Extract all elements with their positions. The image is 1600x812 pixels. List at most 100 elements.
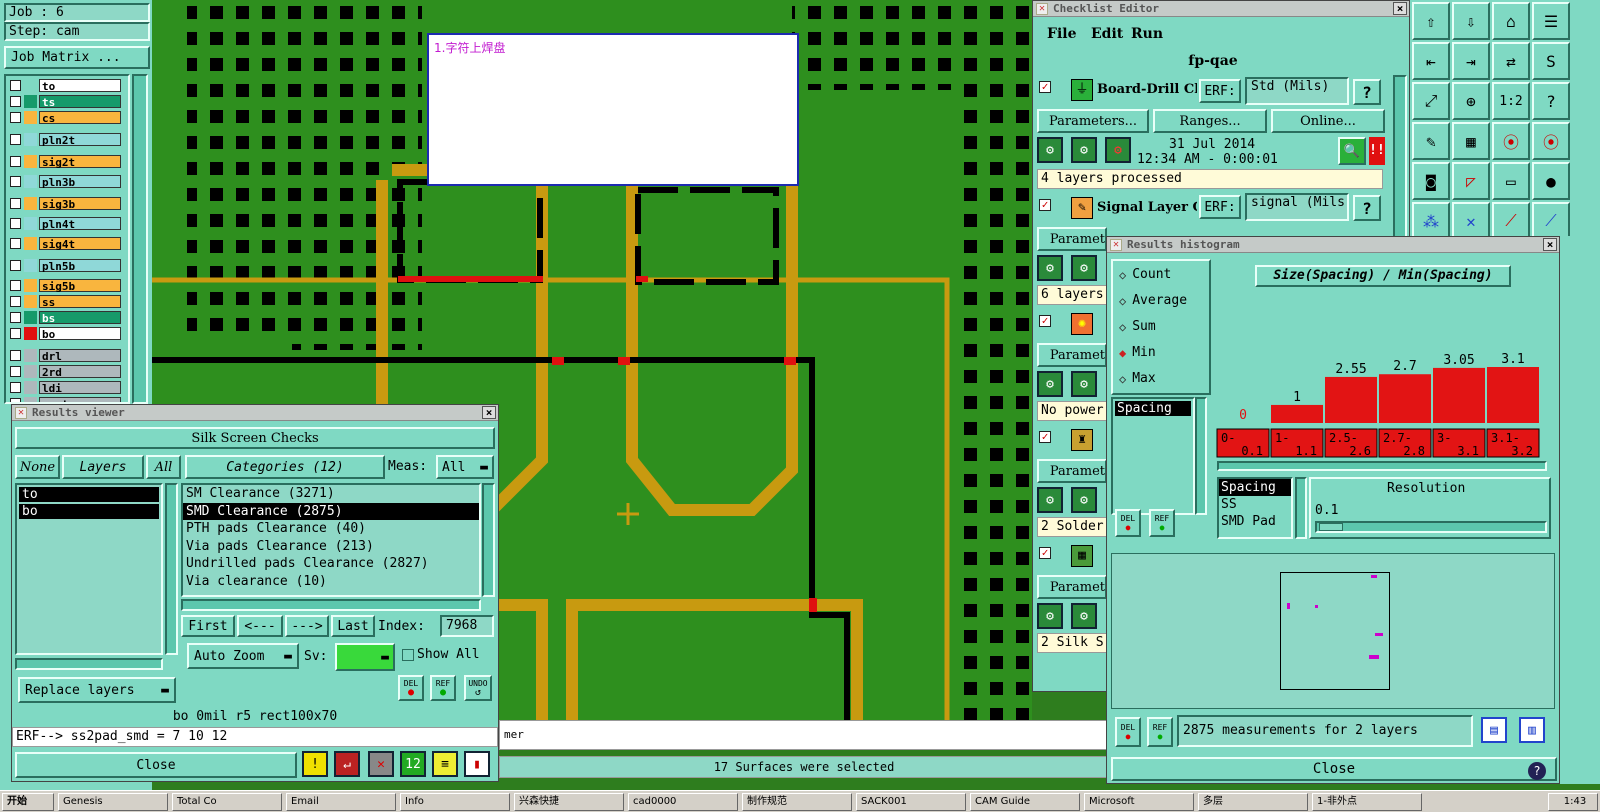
ref-button[interactable]: REF ● [430, 675, 456, 701]
layer-checkbox[interactable] [10, 312, 21, 323]
type-item[interactable]: Spacing [1219, 479, 1291, 496]
erf-value[interactable]: signal (Mils) [1245, 193, 1349, 221]
histogram-bar[interactable] [1433, 367, 1485, 423]
taskbar-item[interactable]: CAM Guide [970, 793, 1080, 811]
layer-checkbox[interactable] [10, 382, 21, 393]
measure-icon[interactable]: ✎ [1412, 122, 1450, 160]
layer-row-pln4t[interactable]: pln4t [10, 216, 126, 231]
last-button[interactable]: Last [331, 615, 375, 637]
type-list[interactable]: Spacing SS SMD Pad [1217, 477, 1293, 539]
close-button[interactable]: Close [15, 752, 297, 778]
route-icon[interactable]: S [1532, 42, 1570, 80]
layer-checkbox[interactable] [10, 280, 21, 291]
layer-checkbox[interactable] [10, 134, 21, 145]
fit-icon[interactable]: ⤢ [1412, 82, 1450, 120]
show-all-checkbox[interactable] [402, 649, 414, 661]
taskbar-item[interactable]: SACK001 [856, 793, 966, 811]
sv-color-dropdown[interactable]: ▬ [335, 643, 395, 671]
prev-button[interactable]: <--- [237, 615, 283, 637]
counter-icon[interactable]: 12 [400, 751, 426, 777]
export-icon[interactable]: ⇥ [1452, 42, 1490, 80]
menu-file[interactable]: File [1047, 26, 1076, 42]
measure-list[interactable]: Spacing [1111, 397, 1195, 515]
connect-icon[interactable]: ⁂ [1412, 202, 1450, 240]
layer-row-2rd[interactable]: 2rd [10, 364, 126, 379]
stat-option-max[interactable]: ◇ Max [1119, 371, 1156, 386]
parameters-button[interactable]: Parameters... [1037, 109, 1149, 133]
run-icon[interactable]: ⚙ [1037, 603, 1063, 629]
taskbar-item[interactable]: 多层 [1198, 793, 1308, 811]
del-button[interactable]: DEL ● [1115, 717, 1141, 747]
taskbar-item[interactable]: 1-非外点 [1312, 793, 1422, 811]
none-button[interactable]: None [15, 455, 60, 479]
ranges-button[interactable]: Ranges... [1153, 109, 1267, 133]
taskbar-item[interactable]: 制作规范 [742, 793, 852, 811]
histogram-bar[interactable] [1325, 376, 1377, 423]
taskbar-item[interactable]: Email [286, 793, 396, 811]
draw-icon[interactable]: ◸ [1452, 162, 1490, 200]
close-window-icon[interactable]: × [482, 406, 496, 419]
stop-icon[interactable]: ⚙ [1105, 137, 1131, 163]
layer-row-bs[interactable]: bs [10, 310, 126, 325]
type-scrollbar[interactable] [1295, 477, 1307, 539]
layer-row-ldi[interactable]: ldi [10, 380, 126, 395]
layer-checkbox[interactable] [10, 350, 21, 361]
delete-net-icon[interactable]: ✕ [1452, 202, 1490, 240]
layer-checkbox[interactable] [10, 366, 21, 377]
erf-value[interactable]: Std (Mils) [1245, 77, 1349, 105]
stat-option-min[interactable]: ◆ Min [1119, 345, 1156, 360]
layer-checkbox[interactable] [10, 328, 21, 339]
stat-option-count[interactable]: ◇ Count [1119, 267, 1171, 282]
help-button[interactable]: ? [1353, 79, 1381, 105]
first-button[interactable]: First [181, 615, 235, 637]
layer-checkbox[interactable] [10, 112, 21, 123]
exit-icon[interactable]: ↵ [334, 751, 360, 777]
taskbar-item[interactable]: Genesis [58, 793, 168, 811]
center-icon[interactable]: ⊕ [1452, 82, 1490, 120]
layer-list[interactable]: to ts cs pln2t sig2t pln3b sig3b pln4t sig4t pln5… [4, 74, 130, 404]
measure-scrollbar[interactable] [1195, 397, 1207, 515]
run-icon[interactable]: ⚙ [1037, 137, 1063, 163]
category-item[interactable]: PTH pads Clearance (40) [183, 520, 479, 538]
run-all-icon[interactable]: ⚙ [1071, 255, 1097, 281]
check-checkbox[interactable]: ✓ [1039, 547, 1051, 559]
step-list-icon[interactable]: ☰ [1532, 2, 1570, 40]
ref-button[interactable]: REF ● [1147, 717, 1173, 747]
help-round-icon[interactable]: ? [1528, 762, 1546, 780]
check-name[interactable]: Signal Layer Checks [1097, 200, 1197, 215]
run-all-icon[interactable]: ⚙ [1071, 603, 1097, 629]
parameters-button[interactable]: Paramet [1037, 575, 1107, 599]
categories-button[interactable]: Categories (12) [185, 455, 385, 479]
result-layer-item[interactable]: to [19, 487, 159, 502]
index-field[interactable]: 7968 [440, 615, 494, 637]
stat-option-sum[interactable]: ◇ Sum [1119, 319, 1156, 334]
run-all-icon[interactable]: ⚙ [1071, 371, 1097, 397]
auto-zoom-dropdown[interactable]: Auto Zoom ▬ [187, 643, 299, 669]
check-checkbox[interactable]: ✓ [1039, 315, 1051, 327]
layer-checkbox[interactable] [10, 238, 21, 249]
ruler-icon[interactable]: ▭ [1492, 162, 1530, 200]
next-button[interactable]: ---> [285, 615, 329, 637]
layer-checkbox[interactable] [10, 296, 21, 307]
layers-button[interactable]: Layers [62, 455, 144, 479]
zoom-icon[interactable]: 🔍 [1338, 137, 1366, 165]
del-button[interactable]: DEL ● [398, 675, 424, 701]
layer-row-sig4t[interactable]: sig4t [10, 236, 126, 251]
report-icon[interactable]: ▤ [1481, 717, 1507, 743]
layer-checkbox[interactable] [10, 156, 21, 167]
report-icon[interactable]: ≡ [432, 751, 458, 777]
layer-row-bo[interactable]: bo [10, 326, 126, 341]
probe-icon[interactable]: ⟋ [1532, 202, 1570, 240]
parameters-button[interactable]: Paramet [1037, 343, 1107, 367]
layer-checkbox[interactable] [10, 198, 21, 209]
ref-button[interactable]: REF ● [1149, 509, 1175, 537]
stat-option-average[interactable]: ◇ Average [1119, 293, 1187, 308]
layer-checkbox[interactable] [10, 96, 21, 107]
result-layer-list[interactable]: to bo [15, 483, 163, 655]
compare-icon[interactable]: ⦿ [1532, 122, 1570, 160]
type-item[interactable]: SMD Pad [1219, 513, 1291, 530]
close-button[interactable]: Close [1111, 757, 1557, 781]
type-item[interactable]: SS [1219, 496, 1291, 513]
resolution-slider[interactable] [1315, 521, 1547, 533]
histogram-bar[interactable] [1271, 404, 1323, 423]
